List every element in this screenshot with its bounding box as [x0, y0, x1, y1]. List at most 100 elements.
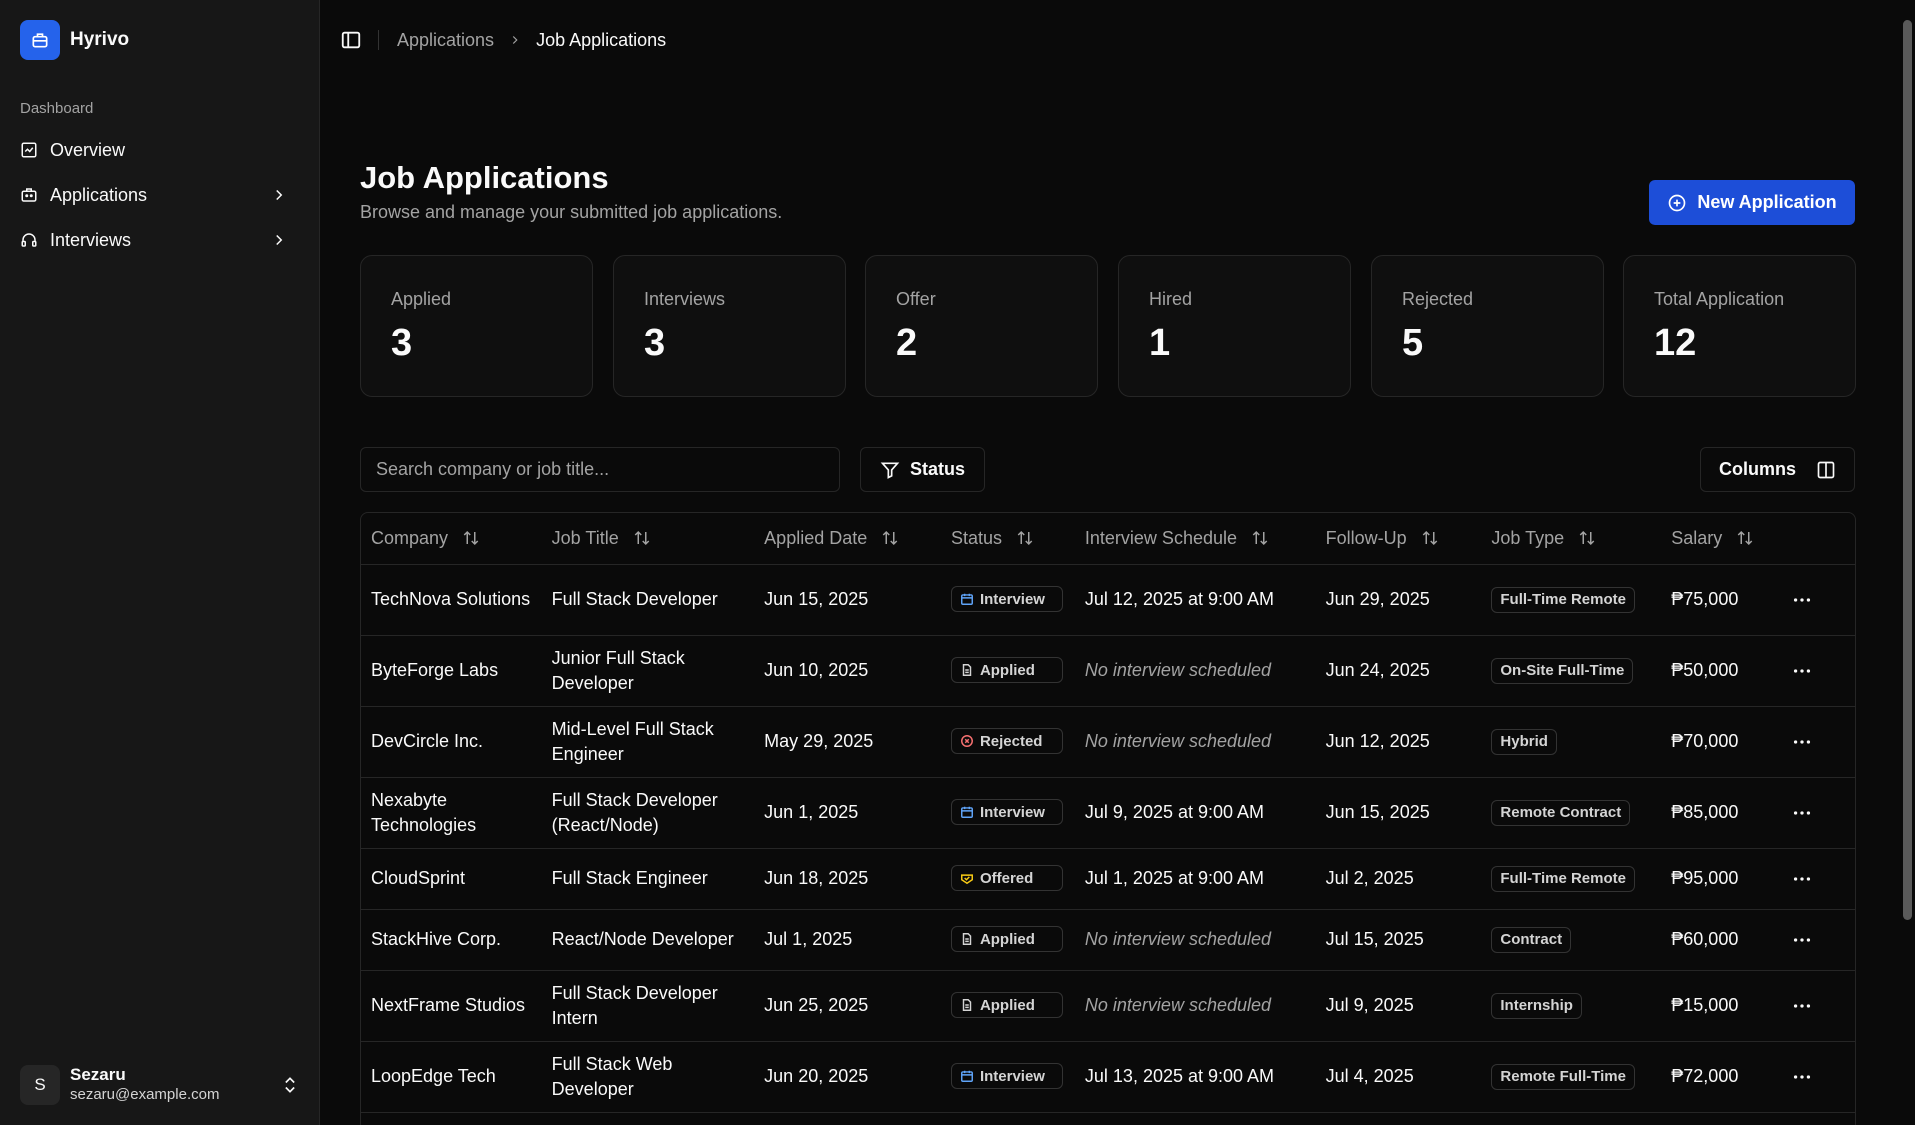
table-header-row: Company Job Title Applied Date Status In… — [361, 513, 1855, 565]
columns-icon — [1817, 461, 1835, 478]
stat-card-offer: Offer 2 — [865, 255, 1098, 397]
sidebar-item-label: Overview — [50, 139, 126, 160]
sidebar-item-applications[interactable]: Applications — [8, 175, 304, 215]
cell-company: TechNova Solutions — [361, 564, 542, 636]
stat-label: Hired — [1149, 289, 1193, 309]
cell-follow-up: Jul 15, 2025 — [1315, 909, 1482, 971]
cell-salary: ₱50,000 — [1661, 635, 1782, 707]
brand[interactable]: Hyrivo — [20, 20, 129, 60]
chevron-right-icon — [276, 234, 283, 246]
more-options-icon[interactable] — [1791, 802, 1813, 824]
stat-label: Rejected — [1402, 289, 1474, 309]
status-badge: Interview — [950, 1063, 1063, 1089]
calendar-icon — [960, 1070, 973, 1082]
scrollbar-thumb[interactable] — [1903, 20, 1912, 920]
more-options-icon[interactable] — [1791, 929, 1813, 951]
column-header-status[interactable]: Status — [940, 513, 1075, 565]
user-email: sezaru@example.com — [70, 1086, 220, 1103]
cell-job-title: Full Stack Web Developer — [541, 1041, 755, 1113]
chevron-right-icon — [276, 189, 283, 201]
sort-icon — [1579, 530, 1595, 545]
more-options-icon[interactable] — [1791, 995, 1813, 1017]
cell-salary: ₱60,000 — [1661, 909, 1782, 971]
stat-value: 3 — [391, 322, 413, 364]
status-badge: Offered — [950, 865, 1063, 891]
brand-name: Hyrivo — [70, 29, 130, 50]
column-header-company[interactable]: Company — [361, 513, 542, 565]
cell-salary: ₱15,000 — [1661, 970, 1782, 1042]
more-options-icon[interactable] — [1791, 589, 1813, 611]
more-options-icon[interactable] — [1791, 731, 1813, 753]
cell-company: DevCircle Inc. — [361, 706, 542, 778]
sidebar-item-overview[interactable]: Overview — [8, 130, 304, 170]
cell-salary: ₱85,000 — [1661, 777, 1782, 849]
cell-salary: ₱72,000 — [1661, 1041, 1782, 1113]
sort-icon — [1017, 530, 1033, 545]
status-filter-button[interactable]: Status — [860, 447, 985, 492]
breadcrumb-parent[interactable]: Applications — [397, 30, 494, 51]
file-icon — [962, 933, 972, 945]
more-options-icon[interactable] — [1791, 868, 1813, 890]
cell-company: CloudSprint — [361, 848, 542, 910]
page-scrollbar[interactable] — [1900, 0, 1915, 1125]
column-header-salary[interactable]: Salary — [1661, 513, 1782, 565]
cell-follow-up: Jul 2, 2025 — [1315, 848, 1482, 910]
cell-job-title: React/Node Developer — [541, 909, 755, 971]
file-icon — [962, 664, 972, 676]
column-header-follow-up[interactable]: Follow-Up — [1315, 513, 1482, 565]
more-options-icon[interactable] — [1791, 660, 1813, 682]
status-badge: Interview — [950, 586, 1063, 612]
filter-icon — [880, 462, 900, 479]
plus-circle-icon — [1668, 194, 1686, 211]
cell-applied-date: Jun 25, 2025 — [754, 970, 941, 1042]
table-row[interactable]: CloudSprint Full Stack Engineer Jun 18, … — [361, 848, 1855, 910]
more-options-icon[interactable] — [1791, 1066, 1813, 1088]
table-row[interactable]: NextFrame Studios Full Stack Developer I… — [361, 970, 1855, 1042]
cell-follow-up: Jun 29, 2025 — [1315, 564, 1482, 636]
table-row[interactable]: Nexabyte Technologies Full Stack Develop… — [361, 777, 1855, 849]
cell-job-title: Junior Full Stack Developer — [541, 635, 755, 707]
status-badge: Applied — [950, 992, 1063, 1018]
handshake-icon — [960, 874, 973, 885]
table-row[interactable]: LoopEdge Tech Full Stack Web Developer J… — [361, 1041, 1855, 1113]
stat-card-hired: Hired 1 — [1118, 255, 1351, 397]
sort-icon — [634, 530, 649, 545]
column-header-applied-date[interactable]: Applied Date — [754, 513, 941, 565]
column-header-interview-schedule[interactable]: Interview Schedule — [1074, 513, 1316, 565]
cell-follow-up: Jun 15, 2025 — [1315, 777, 1482, 849]
sidebar-group-label: Dashboard — [20, 100, 94, 117]
columns-button[interactable]: Columns — [1700, 447, 1855, 492]
cell-company: StackHive Corp. — [361, 909, 542, 971]
table-row[interactable]: StackHive Corp. React/Node Developer Jul… — [361, 909, 1855, 971]
stat-card-total: Total Application 12 — [1623, 255, 1856, 397]
sort-icon — [1738, 530, 1753, 545]
user-menu[interactable]: S Sezaru sezaru@example.com — [20, 1064, 300, 1106]
sidebar-item-label: Applications — [50, 184, 148, 205]
columns-label: Columns — [1718, 459, 1796, 479]
stat-value: 12 — [1654, 322, 1697, 364]
stat-card-interviews: Interviews 3 — [613, 255, 846, 397]
chevrons-up-down-icon — [285, 1077, 295, 1093]
stat-value: 5 — [1402, 322, 1424, 364]
cell-salary: ₱70,000 — [1661, 706, 1782, 778]
new-application-button[interactable]: New Application — [1649, 180, 1855, 225]
stat-label: Applied — [391, 289, 452, 309]
briefcase-logo-icon — [20, 20, 60, 60]
table-row[interactable]: DevCircle Inc. Mid-Level Full Stack Engi… — [361, 706, 1855, 778]
sort-icon — [463, 530, 479, 545]
column-header-job-title[interactable]: Job Title — [541, 513, 755, 565]
stat-value: 2 — [896, 322, 918, 364]
table-row[interactable]: TechNova Solutions Full Stack Developer … — [361, 564, 1855, 636]
search-input[interactable] — [360, 447, 840, 492]
table-row[interactable]: ByteForge Labs Junior Full Stack Develop… — [361, 635, 1855, 707]
sidebar-toggle-icon[interactable] — [340, 29, 362, 51]
cell-applied-date: Jun 15, 2025 — [754, 564, 941, 636]
user-name: Sezaru — [70, 1065, 126, 1084]
cell-applied-date: May 29, 2025 — [754, 706, 941, 778]
stat-label: Total Application — [1654, 289, 1785, 309]
column-header-job-type[interactable]: Job Type — [1481, 513, 1662, 565]
cell-job-title: Full Stack Engineer — [541, 848, 755, 910]
sidebar-item-interviews[interactable]: Interviews — [8, 220, 304, 260]
calendar-icon — [960, 593, 973, 605]
sort-icon — [1252, 530, 1268, 545]
